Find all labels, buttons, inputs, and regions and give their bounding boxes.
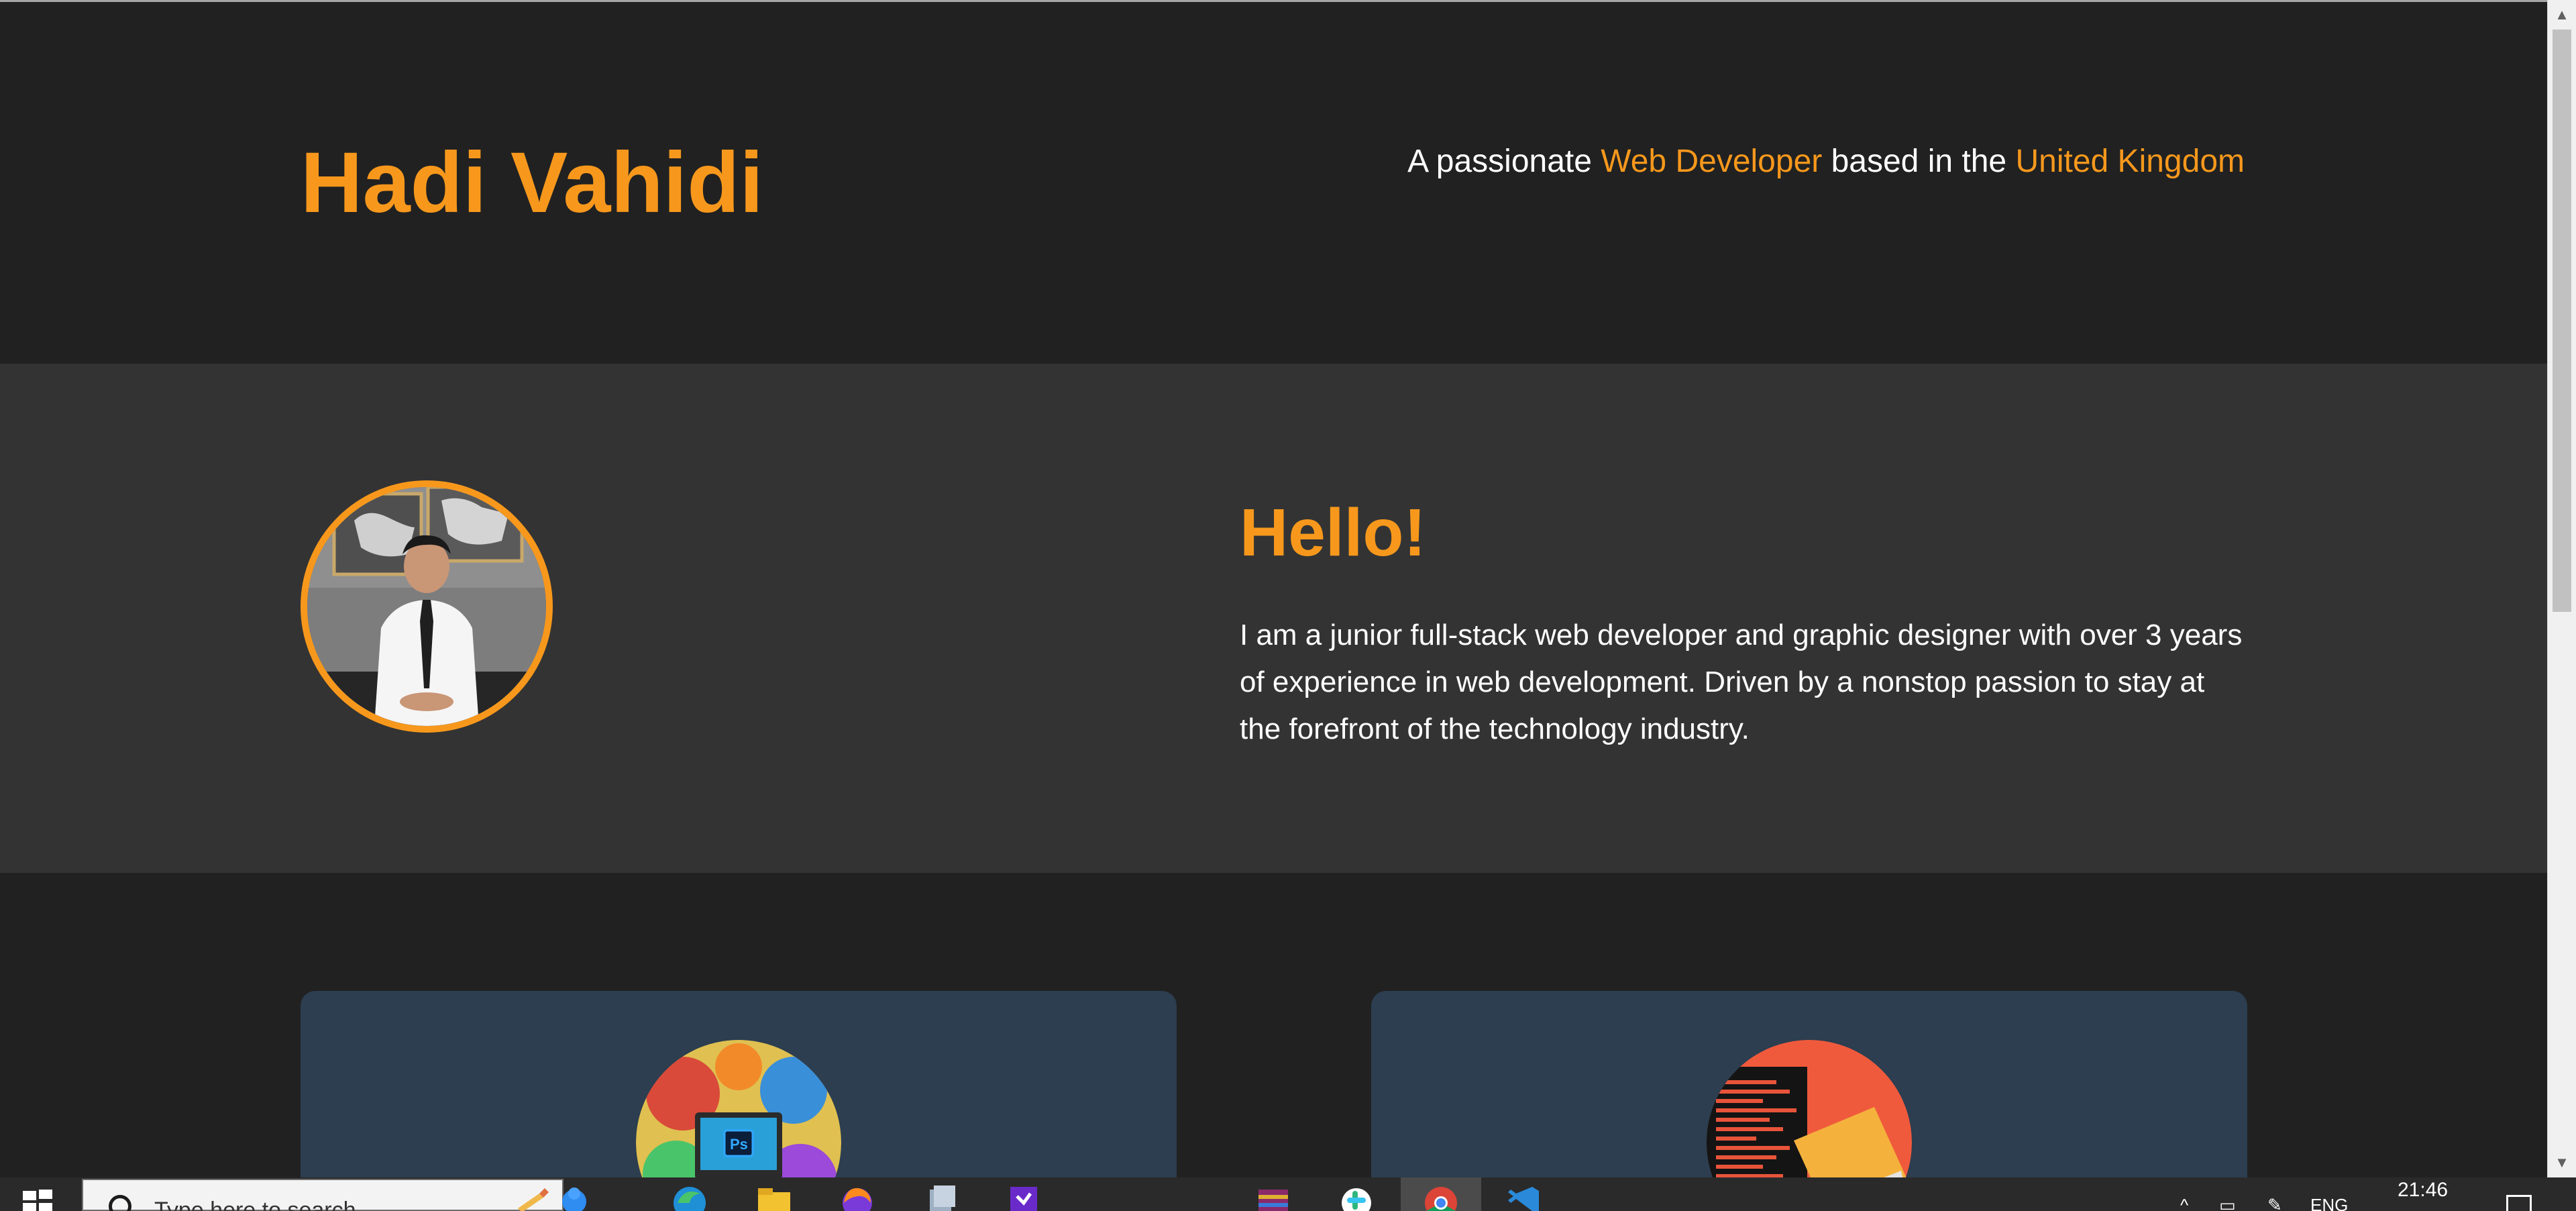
about-intro: I am a junior full-stack web developer a… bbox=[1240, 619, 2243, 745]
windows-taskbar: Type here to search ^ ▭ ✎ ENG 21:46 bbox=[0, 1177, 2576, 1211]
slack-icon[interactable] bbox=[1338, 1183, 1375, 1211]
tagline-prefix: A passionate bbox=[1407, 144, 1601, 179]
taskbar-search-box[interactable]: Type here to search bbox=[82, 1179, 586, 1211]
visual-studio-icon[interactable] bbox=[1005, 1183, 1042, 1211]
tagline-middle: based in the bbox=[1822, 144, 2016, 179]
about-heading: Hello! bbox=[1240, 495, 1426, 570]
laptop-code-illustration-icon bbox=[1707, 1040, 1912, 1177]
profile-avatar bbox=[301, 480, 553, 733]
browser-viewport: Hadi Vahidi A passionate Web Developer b… bbox=[0, 0, 2547, 1177]
about-section: Hello! I am a junior full-stack web deve… bbox=[0, 364, 2547, 873]
scrollbar-thumb[interactable] bbox=[2553, 30, 2571, 612]
scroll-up-arrow-icon[interactable]: ▲ bbox=[2548, 0, 2576, 27]
tagline: A passionate Web Developer based in the … bbox=[1407, 138, 2245, 185]
search-icon bbox=[109, 1195, 131, 1211]
page-scrollbar[interactable]: ▲ ▼ bbox=[2547, 0, 2576, 1177]
site-name: Hadi Vahidi bbox=[301, 135, 763, 231]
firefox-icon[interactable] bbox=[839, 1183, 876, 1211]
skill-card-development bbox=[1371, 991, 2247, 1177]
tagline-role: Web Developer bbox=[1601, 144, 1823, 179]
files-icon[interactable] bbox=[923, 1183, 961, 1211]
tray-chevron-up-icon[interactable]: ^ bbox=[2180, 1195, 2188, 1211]
svg-text:Ps: Ps bbox=[730, 1136, 748, 1153]
skills-section: Ps bbox=[0, 873, 2547, 1177]
edge-icon[interactable] bbox=[671, 1183, 708, 1211]
skill-card-design: Ps bbox=[301, 991, 1177, 1177]
graphic-design-illustration-icon: Ps bbox=[636, 1040, 841, 1177]
file-explorer-icon[interactable] bbox=[755, 1183, 793, 1211]
chrome-icon[interactable] bbox=[1422, 1183, 1460, 1211]
vscode-icon[interactable] bbox=[1505, 1183, 1543, 1211]
profile-photo bbox=[307, 487, 546, 726]
site-header: Hadi Vahidi A passionate Web Developer b… bbox=[0, 2, 2547, 364]
pen-icon[interactable]: ✎ bbox=[2267, 1195, 2282, 1211]
windows-start-icon[interactable] bbox=[23, 1190, 55, 1211]
search-highlight-icon bbox=[518, 1188, 586, 1211]
winrar-icon[interactable] bbox=[1254, 1183, 1292, 1211]
notification-center-icon[interactable] bbox=[2506, 1195, 2532, 1211]
tagline-place: United Kingdom bbox=[2015, 144, 2245, 179]
taskbar-clock[interactable]: 21:46 bbox=[2398, 1179, 2448, 1202]
network-icon[interactable]: ▭ bbox=[2219, 1195, 2236, 1211]
language-indicator[interactable]: ENG bbox=[2310, 1195, 2348, 1211]
scroll-down-arrow-icon[interactable]: ▼ bbox=[2548, 1151, 2576, 1177]
search-placeholder: Type here to search bbox=[154, 1198, 356, 1211]
